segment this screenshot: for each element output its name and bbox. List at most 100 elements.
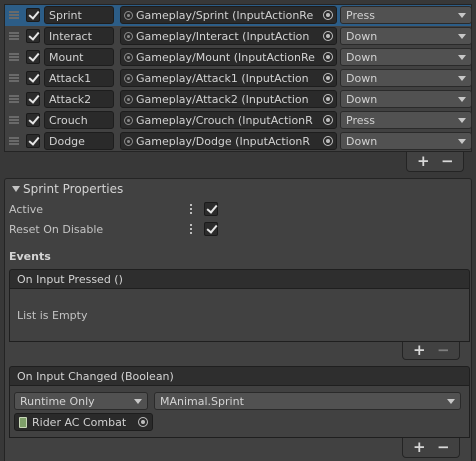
reset-on-disable-label: Reset On Disable bbox=[9, 223, 104, 236]
enabled-checkbox[interactable] bbox=[26, 113, 40, 127]
runtime-only-label: Runtime Only bbox=[20, 395, 95, 408]
input-action-icon bbox=[124, 11, 133, 20]
chevron-down-icon bbox=[458, 55, 466, 60]
object-picker-icon[interactable] bbox=[320, 70, 336, 86]
enabled-checkbox[interactable] bbox=[26, 71, 40, 85]
function-dropdown[interactable]: MAnimal.Sprint bbox=[154, 392, 461, 410]
add-pressed-button[interactable]: + bbox=[413, 341, 426, 359]
input-mode-dropdown[interactable]: Press bbox=[340, 111, 472, 129]
remove-changed-button[interactable]: − bbox=[437, 438, 450, 456]
enabled-checkbox[interactable] bbox=[26, 8, 40, 22]
input-mode-dropdown[interactable]: Down bbox=[340, 90, 472, 108]
object-picker-icon[interactable] bbox=[320, 91, 336, 107]
input-action-label: Gameplay/Sprint (InputActionRe bbox=[136, 9, 314, 22]
remove-pressed-button[interactable]: − bbox=[437, 341, 450, 359]
action-row[interactable]: Dodge Gameplay/Dodge (InputActionR Down bbox=[5, 131, 472, 152]
action-name-field[interactable]: Crouch bbox=[44, 111, 114, 129]
drag-handle-icon[interactable] bbox=[9, 11, 19, 19]
action-name-field[interactable]: Attack1 bbox=[44, 69, 114, 87]
input-action-label: Gameplay/Dodge (InputActionR bbox=[136, 135, 311, 148]
action-name-field[interactable]: Dodge bbox=[44, 132, 114, 150]
add-changed-button[interactable]: + bbox=[413, 438, 426, 456]
remove-action-button[interactable]: − bbox=[441, 152, 454, 170]
on-input-pressed-header: On Input Pressed () bbox=[9, 269, 470, 289]
action-row[interactable]: Interact Gameplay/Interact (InputAction Do… bbox=[5, 26, 472, 47]
drag-handle-icon[interactable] bbox=[9, 95, 19, 103]
object-picker-icon[interactable] bbox=[320, 112, 336, 128]
action-row[interactable]: Sprint Gameplay/Sprint (InputActionRe Pres… bbox=[5, 5, 472, 26]
add-action-button[interactable]: + bbox=[417, 152, 430, 170]
chevron-down-icon bbox=[458, 76, 466, 81]
input-action-icon bbox=[124, 137, 133, 146]
action-name-field[interactable]: Sprint bbox=[44, 6, 114, 24]
input-action-label: Gameplay/Mount (InputActionRe bbox=[136, 51, 315, 64]
list-footer: + − bbox=[406, 152, 464, 172]
input-action-field[interactable]: Gameplay/Sprint (InputActionRe bbox=[120, 6, 337, 24]
drag-handle-icon[interactable] bbox=[9, 137, 19, 145]
chevron-down-icon bbox=[447, 399, 455, 404]
chevron-down-icon bbox=[458, 34, 466, 39]
input-action-icon bbox=[124, 116, 133, 125]
action-row[interactable]: Mount Gameplay/Mount (InputActionRe Down bbox=[5, 47, 472, 68]
events-label: Events bbox=[9, 250, 51, 263]
object-picker-icon[interactable] bbox=[320, 133, 336, 149]
action-row[interactable]: Attack1 Gameplay/Attack1 (InputAction Down bbox=[5, 68, 472, 89]
active-checkbox[interactable] bbox=[204, 202, 218, 216]
input-mode-label: Down bbox=[346, 135, 378, 148]
input-mode-dropdown[interactable]: Press bbox=[340, 6, 472, 24]
input-action-field[interactable]: Gameplay/Attack2 (InputAction bbox=[120, 90, 337, 108]
action-name-field[interactable]: Mount bbox=[44, 48, 114, 66]
drag-handle-icon[interactable] bbox=[9, 116, 19, 124]
on-input-changed-header: On Input Changed (Boolean) bbox=[9, 366, 470, 386]
drag-handle-icon[interactable] bbox=[9, 53, 19, 61]
input-mode-label: Down bbox=[346, 72, 378, 85]
input-action-label: Gameplay/Interact (InputAction bbox=[136, 30, 310, 43]
target-object-label: Rider AC Combat bbox=[32, 416, 127, 429]
chevron-down-icon bbox=[458, 97, 466, 102]
reset-on-disable-checkbox[interactable] bbox=[204, 222, 218, 236]
action-name-field[interactable]: Interact bbox=[44, 27, 114, 45]
context-menu-icon[interactable] bbox=[190, 204, 192, 214]
input-action-label: Gameplay/Crouch (InputActionR bbox=[136, 114, 313, 127]
target-object-field[interactable]: Rider AC Combat bbox=[14, 413, 153, 431]
input-mode-dropdown[interactable]: Down bbox=[340, 69, 472, 87]
object-picker-icon[interactable] bbox=[135, 414, 151, 430]
input-mode-dropdown[interactable]: Down bbox=[340, 132, 472, 150]
input-action-field[interactable]: Gameplay/Dodge (InputActionR bbox=[120, 132, 337, 150]
foldout-arrow-icon[interactable] bbox=[12, 186, 20, 192]
context-menu-icon[interactable] bbox=[190, 224, 192, 234]
drag-handle-icon[interactable] bbox=[9, 32, 19, 40]
input-action-label: Gameplay/Attack1 (InputAction bbox=[136, 72, 309, 85]
input-mode-label: Press bbox=[346, 114, 375, 127]
input-action-label: Gameplay/Attack2 (InputAction bbox=[136, 93, 309, 106]
input-action-field[interactable]: Gameplay/Attack1 (InputAction bbox=[120, 69, 337, 87]
object-picker-icon[interactable] bbox=[320, 28, 336, 44]
input-action-icon bbox=[124, 95, 133, 104]
chevron-down-icon bbox=[458, 118, 466, 123]
function-label: MAnimal.Sprint bbox=[160, 395, 244, 408]
input-action-field[interactable]: Gameplay/Crouch (InputActionR bbox=[120, 111, 337, 129]
list-empty-text: List is Empty bbox=[17, 309, 88, 322]
changed-list-footer: + − bbox=[402, 438, 460, 458]
input-action-icon bbox=[124, 32, 133, 41]
input-action-field[interactable]: Gameplay/Interact (InputAction bbox=[120, 27, 337, 45]
input-mode-dropdown[interactable]: Down bbox=[340, 48, 472, 66]
input-mode-label: Down bbox=[346, 30, 378, 43]
enabled-checkbox[interactable] bbox=[26, 50, 40, 64]
enabled-checkbox[interactable] bbox=[26, 134, 40, 148]
enabled-checkbox[interactable] bbox=[26, 92, 40, 106]
object-picker-icon[interactable] bbox=[320, 7, 336, 23]
enabled-checkbox[interactable] bbox=[26, 29, 40, 43]
object-picker-icon[interactable] bbox=[320, 49, 336, 65]
action-name-field[interactable]: Attack2 bbox=[44, 90, 114, 108]
drag-handle-icon[interactable] bbox=[9, 74, 19, 82]
runtime-only-dropdown[interactable]: Runtime Only bbox=[14, 392, 148, 410]
properties-title[interactable]: Sprint Properties bbox=[23, 182, 123, 196]
input-mode-label: Press bbox=[346, 9, 375, 22]
gameobject-icon bbox=[19, 417, 27, 428]
action-row[interactable]: Attack2 Gameplay/Attack2 (InputAction Down bbox=[5, 89, 472, 110]
input-mode-dropdown[interactable]: Down bbox=[340, 27, 472, 45]
active-label: Active bbox=[9, 203, 44, 216]
input-action-field[interactable]: Gameplay/Mount (InputActionRe bbox=[120, 48, 337, 66]
action-row[interactable]: Crouch Gameplay/Crouch (InputActionR Press bbox=[5, 110, 472, 131]
